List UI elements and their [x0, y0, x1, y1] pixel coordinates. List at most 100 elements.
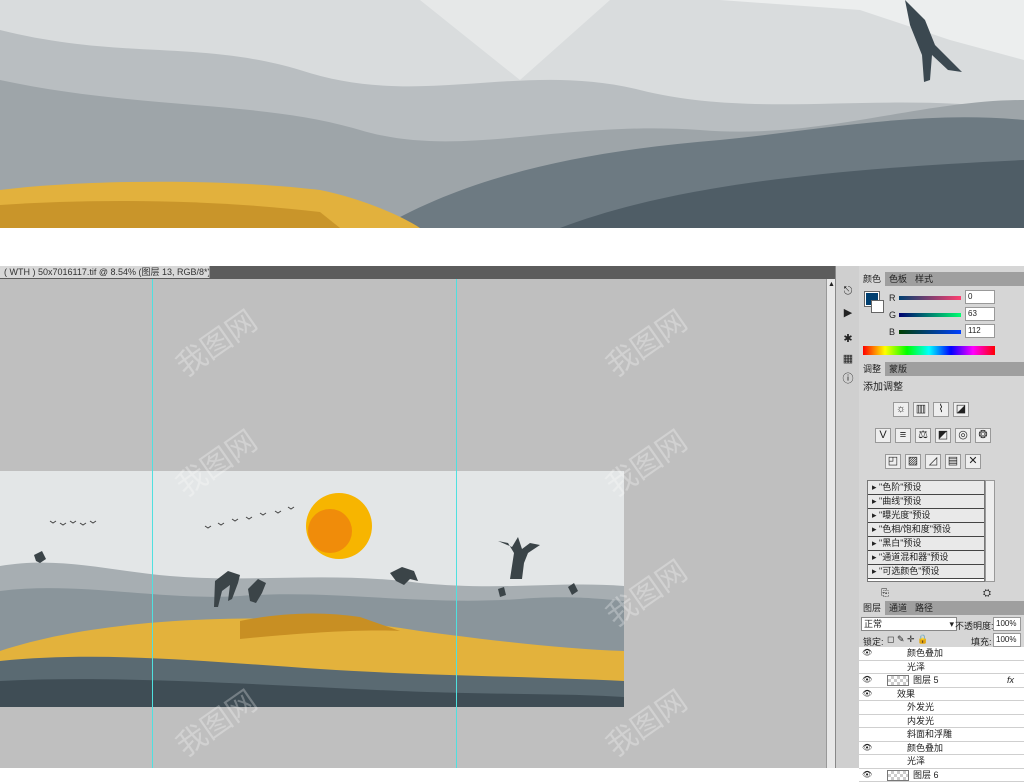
document-tab[interactable]: ( WTH ) 50x7016117.tif @ 8.54% (图层 13, R… — [0, 266, 210, 278]
layer-row[interactable]: 内发光 — [859, 715, 1024, 729]
channel-r-slider[interactable] — [899, 296, 961, 300]
layer-name: 斜面和浮雕 — [907, 728, 952, 740]
preset-item[interactable]: ▸ "色相/饱和度"预设 — [868, 523, 984, 537]
threshold-icon[interactable]: ◿ — [925, 454, 941, 469]
document-tab-title: ( WTH ) 50x7016117.tif @ 8.54% (图层 13, R… — [4, 267, 210, 277]
blend-mode-select[interactable]: 正常 ▾ — [861, 617, 957, 631]
curves-icon[interactable]: ⌇ — [933, 402, 949, 417]
tab-styles[interactable]: 样式 — [911, 272, 937, 286]
return-icon[interactable]: ⎘ — [881, 588, 889, 599]
info-icon[interactable]: ⓘ — [840, 372, 856, 386]
artwork-preview-top — [0, 0, 1024, 228]
preview-separator — [0, 228, 1024, 268]
gradient-map-icon[interactable]: ▤ — [945, 454, 961, 469]
photo-filter-icon[interactable]: ◎ — [955, 428, 971, 443]
layer-name: 图层 6 — [913, 769, 939, 781]
watermark-text: 我图网 — [166, 297, 265, 385]
scroll-up-icon[interactable]: ▲ — [828, 281, 835, 288]
layer-name: 外发光 — [907, 701, 934, 713]
layer-row[interactable]: 👁 效果 — [859, 688, 1024, 702]
preset-item[interactable]: ▸ "曝光度"预设 — [868, 509, 984, 523]
visibility-eye-icon[interactable]: 👁 — [862, 674, 872, 686]
layer-row[interactable]: 👁 颜色叠加 — [859, 647, 1024, 661]
layer-row[interactable]: 斜面和浮雕 — [859, 728, 1024, 742]
tab-swatches[interactable]: 色板 — [885, 272, 911, 286]
navigator-icon[interactable]: ✱ — [840, 332, 856, 346]
color-spectrum-bar[interactable] — [863, 346, 995, 355]
layer-row[interactable]: 光泽 — [859, 661, 1024, 675]
channel-b-input[interactable]: 112 — [965, 324, 995, 338]
adjustment-presets-list: ▸ "色阶"预设 ▸ "曲线"预设 ▸ "曝光度"预设 ▸ "色相/饱和度"预设… — [867, 480, 985, 582]
visibility-eye-icon[interactable]: 👁 — [862, 769, 872, 781]
layer-row[interactable]: 👁 图层 5 fx — [859, 674, 1024, 688]
opacity-input[interactable]: 100% — [993, 617, 1021, 631]
fx-icon[interactable]: fx — [1007, 674, 1014, 686]
invert-icon[interactable]: ◰ — [885, 454, 901, 469]
photoshop-workspace: ( WTH ) 50x7016117.tif @ 8.54% (图层 13, R… — [0, 266, 1024, 768]
clip-icon[interactable]: ⛭ — [983, 588, 991, 599]
layer-name: 内发光 — [907, 715, 934, 727]
layer-name: 图层 5 — [913, 674, 939, 686]
layer-name: 效果 — [897, 688, 915, 700]
tab-masks[interactable]: 蒙版 — [885, 362, 911, 376]
layers-panel-tabs: 图层 通道 路径 — [859, 601, 1024, 615]
tab-channels[interactable]: 通道 — [885, 601, 911, 615]
tab-layers[interactable]: 图层 — [859, 601, 885, 615]
preset-item[interactable]: ▸ "色阶"预设 — [868, 481, 984, 495]
layer-name: 颜色叠加 — [907, 742, 943, 754]
layer-row[interactable]: 👁 颜色叠加 — [859, 742, 1024, 756]
channel-g-slider[interactable] — [899, 313, 961, 317]
lock-icons[interactable]: ◻ ✎ ✛ 🔒 — [887, 634, 928, 645]
layer-row[interactable]: 👁 图层 6 — [859, 769, 1024, 782]
histogram-icon[interactable]: ▦ — [840, 352, 856, 366]
preset-item[interactable]: ▸ "可选颜色"预设 — [868, 565, 984, 579]
channel-g-input[interactable]: 63 — [965, 307, 995, 321]
selective-color-icon[interactable]: ✕ — [965, 454, 981, 469]
background-color-swatch[interactable] — [871, 300, 884, 313]
watermark-text: 我图网 — [596, 297, 695, 385]
fill-input[interactable]: 100% — [993, 633, 1021, 647]
hue-saturation-icon[interactable]: ≡ — [895, 428, 911, 443]
levels-icon[interactable]: ▥ — [913, 402, 929, 417]
layer-name: 光泽 — [907, 755, 925, 767]
presets-scrollbar[interactable] — [985, 480, 995, 582]
tab-adjustments[interactable]: 调整 — [859, 362, 885, 376]
right-panels: 颜色 色板 样式 R 0 G 63 B 112 调整 蒙版 添加调整 ☼ ▥ ⌇… — [859, 266, 1024, 768]
exposure-icon[interactable]: ◪ — [953, 402, 969, 417]
channel-r-input[interactable]: 0 — [965, 290, 995, 304]
panel-icon-strip: ⎋ ▶ ✱ ▦ ⓘ — [835, 266, 861, 768]
channel-b-slider[interactable] — [899, 330, 961, 334]
visibility-eye-icon[interactable]: 👁 — [862, 688, 872, 700]
document-image[interactable] — [0, 471, 624, 707]
preset-item[interactable]: ▸ "通道混和器"预设 — [868, 551, 984, 565]
guide-line[interactable] — [456, 279, 457, 768]
landscape-preview-graphic — [0, 0, 1024, 228]
preset-item[interactable]: ▸ "黑白"预设 — [868, 537, 984, 551]
layer-thumbnail — [887, 770, 909, 781]
channel-mixer-icon[interactable]: ❂ — [975, 428, 991, 443]
brightness-icon[interactable]: ☼ — [893, 402, 909, 417]
layer-row[interactable]: 外发光 — [859, 701, 1024, 715]
adjustments-panel-tabs: 调整 蒙版 — [859, 362, 1024, 376]
tab-paths[interactable]: 路径 — [911, 601, 937, 615]
color-balance-icon[interactable]: ⚖ — [915, 428, 931, 443]
black-white-icon[interactable]: ◩ — [935, 428, 951, 443]
vibrance-icon[interactable]: V — [875, 428, 891, 443]
layer-thumbnail — [887, 675, 909, 686]
posterize-icon[interactable]: ▨ — [905, 454, 921, 469]
opacity-label: 不透明度: — [955, 619, 994, 632]
preset-item[interactable]: ▸ "曲线"预设 — [868, 495, 984, 509]
guide-line[interactable] — [152, 279, 153, 768]
layer-name: 颜色叠加 — [907, 647, 943, 659]
landscape-artwork — [0, 471, 624, 707]
history-icon[interactable]: ⎋ — [840, 284, 856, 298]
visibility-eye-icon[interactable]: 👁 — [862, 742, 872, 754]
chevron-down-icon: ▾ — [949, 618, 954, 630]
actions-icon[interactable]: ▶ — [840, 306, 856, 320]
canvas-area[interactable]: 我图网 我图网 我图网 我图网 我图网 我图网 我图网 — [0, 279, 826, 768]
layer-row[interactable]: 光泽 — [859, 755, 1024, 769]
channel-g-label: G — [889, 310, 896, 320]
tab-color[interactable]: 颜色 — [859, 272, 885, 286]
channel-b-label: B — [889, 327, 895, 337]
visibility-eye-icon[interactable]: 👁 — [862, 647, 872, 659]
